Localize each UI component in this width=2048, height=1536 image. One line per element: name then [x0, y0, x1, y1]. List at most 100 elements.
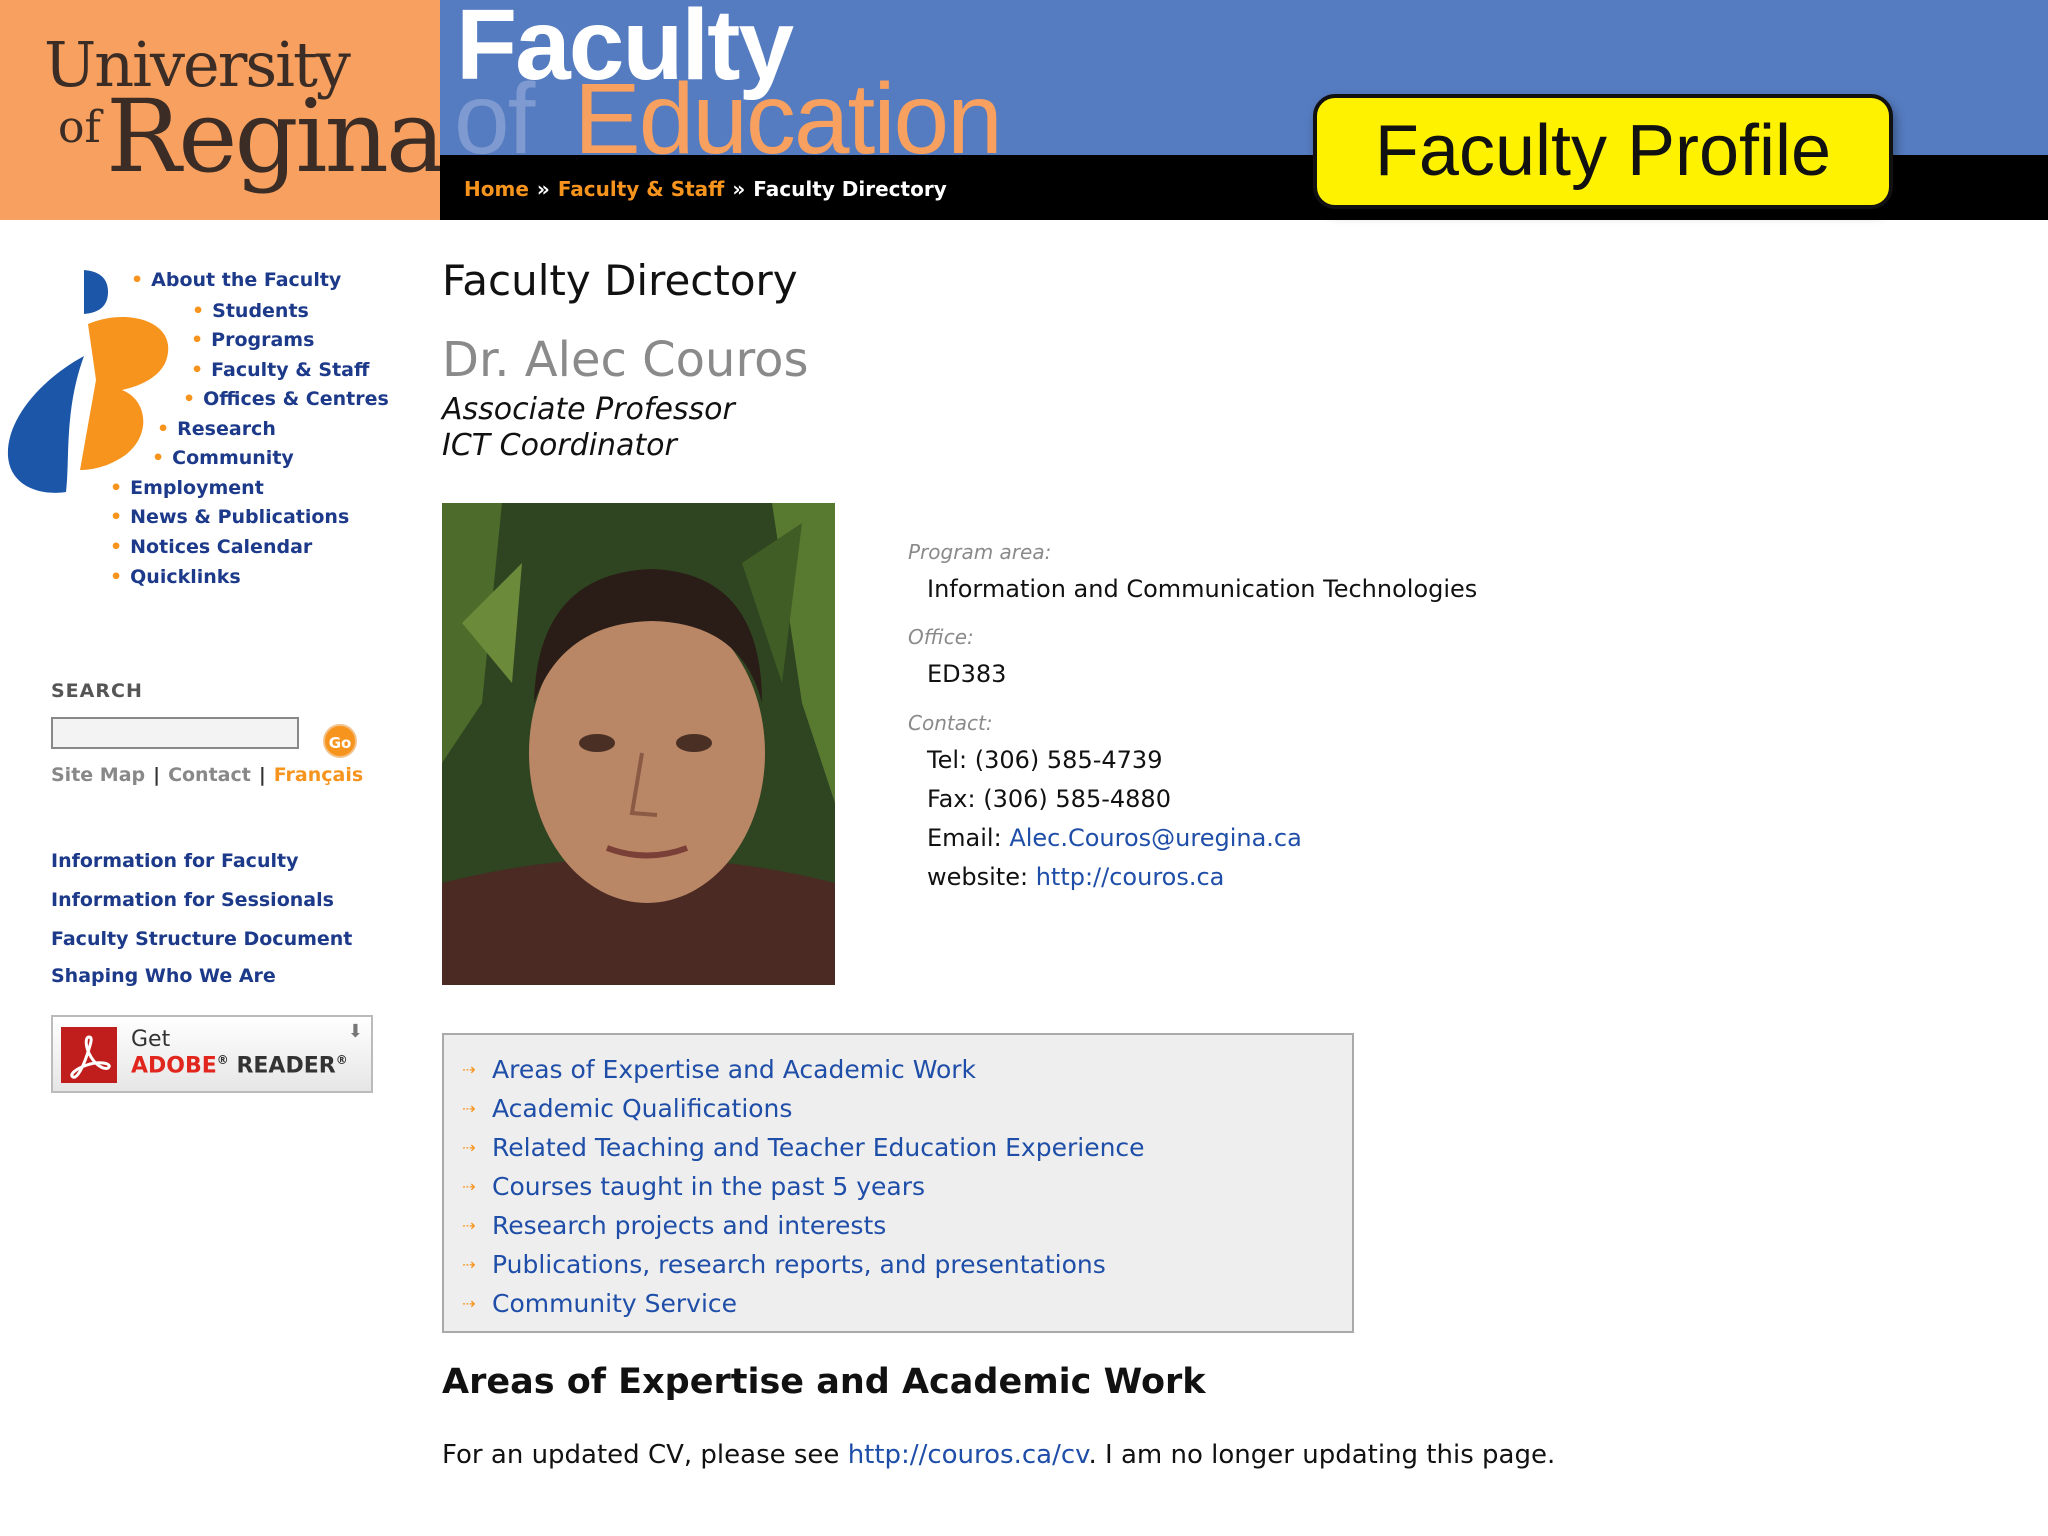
- toc-label: Academic Qualifications: [492, 1094, 793, 1123]
- nav-label: Offices & Centres: [203, 388, 389, 410]
- banner-of-text: of: [454, 63, 535, 155]
- toc-label: Research projects and interests: [492, 1211, 887, 1240]
- nav-bullet: •: [152, 447, 165, 469]
- nav-bullet: •: [157, 418, 170, 440]
- adobe-brand-text: ADOBE: [131, 1053, 217, 1079]
- email-link[interactable]: Alec.Couros@uregina.ca: [1009, 824, 1302, 852]
- nav-news-publications[interactable]: • News & Publications: [110, 506, 349, 528]
- nav-label: Quicklinks: [130, 566, 241, 588]
- toc-link-courses[interactable]: ⇢ Courses taught in the past 5 years: [462, 1172, 925, 1201]
- search-label: SEARCH: [51, 680, 143, 702]
- dotted-arrow-icon: ⇢: [462, 1099, 476, 1118]
- website-line: website: http://couros.ca: [927, 863, 1224, 891]
- section-heading: Areas of Expertise and Academic Work: [442, 1362, 1206, 1402]
- dotted-arrow-icon: ⇢: [462, 1216, 476, 1235]
- tel-line: Tel: (306) 585-4739: [927, 746, 1162, 774]
- nav-employment[interactable]: • Employment: [110, 477, 264, 499]
- banner-education-text: Education: [574, 63, 1003, 155]
- logo-of-text: of: [58, 102, 101, 153]
- search-go-button[interactable]: Go: [323, 724, 357, 758]
- info-for-faculty-link[interactable]: Information for Faculty: [51, 850, 298, 872]
- nav-label: Employment: [130, 477, 264, 499]
- breadcrumb-current: Faculty Directory: [753, 177, 947, 201]
- dotted-arrow-icon: ⇢: [462, 1294, 476, 1313]
- nav-programs[interactable]: • Programs: [191, 329, 314, 351]
- nav-label: Programs: [211, 329, 315, 351]
- nav-label: Students: [212, 300, 309, 322]
- email-label: Email:: [927, 824, 1002, 852]
- email-line: Email: Alec.Couros@uregina.ca: [927, 824, 1302, 852]
- nav-students[interactable]: • Students: [192, 300, 309, 322]
- utility-links: Site Map | Contact | Français: [51, 764, 363, 786]
- nav-bullet: •: [110, 566, 123, 588]
- nav-community[interactable]: • Community: [152, 447, 294, 469]
- nav-faculty-staff[interactable]: • Faculty & Staff: [191, 359, 369, 381]
- faculty-profile-callout: Faculty Profile: [1313, 94, 1893, 209]
- nav-about-the-faculty[interactable]: • About the Faculty: [131, 269, 341, 291]
- nav-label: Notices Calendar: [130, 536, 313, 558]
- fax-value: (306) 585-4880: [983, 785, 1171, 813]
- adobe-get-text: Get: [131, 1027, 171, 1052]
- nav-bullet: •: [192, 300, 205, 322]
- shaping-who-we-are-link[interactable]: Shaping Who We Are: [51, 965, 276, 987]
- website-label: website:: [927, 863, 1029, 891]
- faculty-role: Associate Professor: [442, 392, 735, 427]
- faculty-name: Dr. Alec Couros: [442, 332, 809, 388]
- page-title: Faculty Directory: [442, 256, 798, 305]
- adobe-reader-icon: [61, 1027, 117, 1083]
- download-arrow-icon: ⬇: [347, 1021, 363, 1042]
- breadcrumb-home[interactable]: Home: [464, 177, 529, 201]
- reader-text: READER: [228, 1053, 336, 1079]
- toc-link-community-service[interactable]: ⇢ Community Service: [462, 1289, 737, 1318]
- breadcrumb-separator: »: [536, 177, 550, 201]
- toc-label: Community Service: [492, 1289, 738, 1318]
- office-value: ED383: [927, 660, 1007, 688]
- nav-label: News & Publications: [130, 506, 350, 528]
- university-logo[interactable]: University of Regina: [0, 0, 445, 220]
- logo-regina-text: Regina: [106, 78, 445, 195]
- nav-offices-centres[interactable]: • Offices & Centres: [183, 388, 389, 410]
- contact-label: Contact:: [908, 711, 993, 735]
- adobe-reader-text: ADOBE® READER®: [131, 1053, 348, 1078]
- program-area-value: Information and Communication Technologi…: [927, 575, 1478, 603]
- breadcrumb-faculty-staff[interactable]: Faculty & Staff: [558, 177, 725, 201]
- fax-line: Fax: (306) 585-4880: [927, 785, 1171, 813]
- toc-label: Courses taught in the past 5 years: [492, 1172, 926, 1201]
- toc-link-expertise[interactable]: ⇢ Areas of Expertise and Academic Work: [462, 1055, 976, 1084]
- tel-label: Tel:: [927, 746, 968, 774]
- cv-link[interactable]: http://couros.ca/cv: [848, 1440, 1089, 1470]
- profile-sections-menu: ⇢ Areas of Expertise and Academic Work ⇢ A…: [442, 1033, 1354, 1333]
- faculty-role: ICT Coordinator: [442, 428, 677, 463]
- tel-value: (306) 585-4739: [974, 746, 1163, 774]
- toc-link-qualifications[interactable]: ⇢ Academic Qualifications: [462, 1094, 792, 1123]
- dotted-arrow-icon: ⇢: [462, 1060, 476, 1079]
- francais-link[interactable]: Français: [274, 764, 363, 786]
- nav-bullet: •: [191, 329, 204, 351]
- nav-notices-calendar[interactable]: • Notices Calendar: [110, 536, 312, 558]
- nav-label: Faculty & Staff: [211, 359, 370, 381]
- nav-bullet: •: [131, 269, 144, 291]
- dotted-arrow-icon: ⇢: [462, 1177, 476, 1196]
- faculty-structure-document-link[interactable]: Faculty Structure Document: [51, 928, 352, 950]
- nav-label: About the Faculty: [151, 269, 342, 291]
- registered-mark: ®: [216, 1053, 229, 1067]
- toc-link-research[interactable]: ⇢ Research projects and interests: [462, 1211, 886, 1240]
- nav-quicklinks[interactable]: • Quicklinks: [110, 566, 241, 588]
- nav-bullet: •: [110, 506, 123, 528]
- nav-research[interactable]: • Research: [157, 418, 276, 440]
- search-input[interactable]: [51, 717, 299, 749]
- toc-link-teaching-experience[interactable]: ⇢ Related Teaching and Teacher Education …: [462, 1133, 1145, 1162]
- get-adobe-reader-button[interactable]: Get ADOBE® READER® ⬇: [51, 1015, 373, 1093]
- site-map-link[interactable]: Site Map: [51, 764, 145, 786]
- section-text-after: . I am no longer updating this page.: [1088, 1440, 1556, 1470]
- nav-bullet: •: [110, 477, 123, 499]
- nav-bullet: •: [183, 388, 196, 410]
- toc-label: Related Teaching and Teacher Education E…: [492, 1133, 1145, 1162]
- fax-label: Fax:: [927, 785, 976, 813]
- toc-label: Areas of Expertise and Academic Work: [492, 1055, 977, 1084]
- info-for-sessionals-link[interactable]: Information for Sessionals: [51, 889, 334, 911]
- office-label: Office:: [908, 625, 974, 649]
- website-link[interactable]: http://couros.ca: [1036, 863, 1225, 891]
- toc-link-publications[interactable]: ⇢ Publications, research reports, and pre…: [462, 1250, 1106, 1279]
- contact-link[interactable]: Contact: [168, 764, 251, 786]
